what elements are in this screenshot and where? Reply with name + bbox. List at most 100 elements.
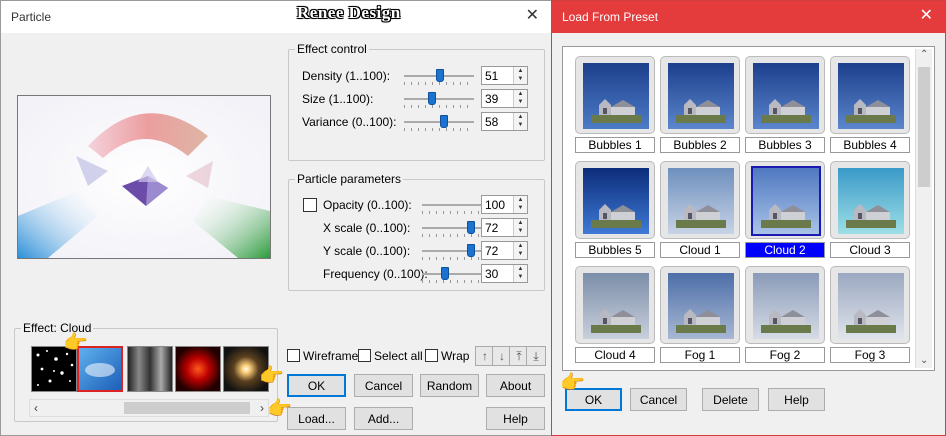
preset-item[interactable]: Cloud 4 xyxy=(575,266,655,363)
preset-thumbnail xyxy=(838,168,904,234)
particle-param-spinbox[interactable]: 100 ▲ ▼ xyxy=(481,195,528,214)
preset-caption[interactable]: Bubbles 2 xyxy=(660,137,740,153)
opacity-checkbox[interactable] xyxy=(303,198,317,212)
preset-item[interactable]: Fog 2 xyxy=(745,266,825,363)
preset-item[interactable]: Bubbles 2 xyxy=(660,56,740,153)
spinbox-value[interactable]: 51 xyxy=(485,69,498,83)
effect-control-spinbox[interactable]: 58 ▲ ▼ xyxy=(481,112,528,131)
preset-caption[interactable]: Bubbles 4 xyxy=(830,137,910,153)
slider-thumb[interactable] xyxy=(435,69,444,82)
preset-title: Load From Preset xyxy=(562,10,659,24)
preset-caption[interactable]: Cloud 1 xyxy=(660,242,740,258)
particle-param-spinbox[interactable]: 72 ▲ ▼ xyxy=(481,241,528,260)
slider-thumb[interactable] xyxy=(439,115,448,128)
preset-item[interactable]: Cloud 1 xyxy=(660,161,740,258)
close-icon[interactable]: ✕ xyxy=(526,8,539,24)
spinbox-value[interactable]: 72 xyxy=(485,244,498,258)
slider-thumb[interactable] xyxy=(466,221,475,234)
scroll-up-icon[interactable]: ⌃ xyxy=(920,49,928,60)
preset-caption[interactable]: Bubbles 5 xyxy=(575,242,655,258)
preset-cancel-button[interactable]: Cancel xyxy=(630,388,687,411)
preset-item[interactable]: Fog 3 xyxy=(830,266,910,363)
effect-control-slider[interactable] xyxy=(404,112,474,132)
spin-arrows-icon[interactable]: ▲ ▼ xyxy=(513,265,527,282)
scroll-right-icon[interactable]: › xyxy=(260,401,264,415)
scroll-left-icon[interactable]: ‹ xyxy=(34,401,38,415)
preset-caption[interactable]: Bubbles 1 xyxy=(575,137,655,153)
scroll-down-icon[interactable]: ⌄ xyxy=(920,355,928,366)
preset-thumbnail xyxy=(838,63,904,129)
slider-thumb[interactable] xyxy=(428,92,437,105)
spinbox-value[interactable]: 100 xyxy=(485,198,505,212)
effect-control-slider[interactable] xyxy=(404,89,474,109)
preview-image xyxy=(18,96,270,258)
effect-control-slider[interactable] xyxy=(404,66,474,86)
spinbox-value[interactable]: 72 xyxy=(485,221,498,235)
preset-item[interactable]: Fog 1 xyxy=(660,266,740,363)
preset-item[interactable]: Bubbles 1 xyxy=(575,56,655,153)
wrap-checkbox[interactable] xyxy=(425,349,438,362)
effect-control-spinbox[interactable]: 51 ▲ ▼ xyxy=(481,66,528,85)
slider-thumb[interactable] xyxy=(440,267,449,280)
particle-param-spinbox[interactable]: 30 ▲ ▼ xyxy=(481,264,528,283)
scroll-thumb[interactable] xyxy=(918,67,930,187)
effect-control-label: Variance (0..100): xyxy=(302,115,397,129)
preset-delete-button[interactable]: Delete xyxy=(702,388,759,411)
spin-arrows-icon[interactable]: ▲ ▼ xyxy=(513,242,527,259)
random-button[interactable]: Random xyxy=(420,374,479,397)
scroll-thumb[interactable] xyxy=(124,402,250,414)
preset-thumbnail xyxy=(583,273,649,339)
effect-thumb-fire[interactable] xyxy=(175,346,221,392)
preset-item[interactable]: Cloud 3 xyxy=(830,161,910,258)
preset-caption[interactable]: Fog 1 xyxy=(660,347,740,363)
preset-caption[interactable]: Cloud 3 xyxy=(830,242,910,258)
ok-button[interactable]: OK xyxy=(287,374,346,397)
add-button[interactable]: Add... xyxy=(354,407,413,430)
effect-control-spinbox[interactable]: 39 ▲ ▼ xyxy=(481,89,528,108)
preset-item[interactable]: Bubbles 3 xyxy=(745,56,825,153)
spinbox-value[interactable]: 58 xyxy=(485,115,498,129)
spinbox-value[interactable]: 30 xyxy=(485,267,498,281)
close-icon[interactable]: ✕ xyxy=(920,8,933,24)
particle-param-spinbox[interactable]: 72 ▲ ▼ xyxy=(481,218,528,237)
cancel-button[interactable]: Cancel xyxy=(354,374,413,397)
preset-frame xyxy=(575,161,655,239)
slider-thumb[interactable] xyxy=(466,244,475,257)
spin-arrows-icon[interactable]: ▲ ▼ xyxy=(513,113,527,130)
particle-param-label: Opacity (0..100): xyxy=(323,198,412,212)
help-button[interactable]: Help xyxy=(486,407,545,430)
preset-frame xyxy=(830,56,910,134)
preset-item[interactable]: Bubbles 4 xyxy=(830,56,910,153)
preset-caption[interactable]: Cloud 4 xyxy=(575,347,655,363)
dialog-title: Particle xyxy=(11,10,52,24)
particle-titlebar: Particle ✕ xyxy=(1,1,551,33)
preset-frame xyxy=(660,56,740,134)
select-all-checkbox[interactable] xyxy=(358,349,371,362)
preset-thumbnail xyxy=(668,273,734,339)
preset-caption[interactable]: Fog 2 xyxy=(745,347,825,363)
effect-thumb-smoke[interactable] xyxy=(127,346,173,392)
cloud-icon xyxy=(85,363,115,377)
preset-caption[interactable]: Cloud 2 xyxy=(745,242,825,258)
effect-scrollbar[interactable]: ‹ › xyxy=(29,399,269,417)
preset-caption[interactable]: Bubbles 3 xyxy=(745,137,825,153)
load-button[interactable]: Load... xyxy=(287,407,346,430)
about-button[interactable]: About xyxy=(486,374,545,397)
spin-arrows-icon[interactable]: ▲ ▼ xyxy=(513,67,527,84)
church-icon xyxy=(591,204,641,228)
spin-arrows-icon[interactable]: ▲ ▼ xyxy=(513,219,527,236)
preset-item[interactable]: Cloud 2 xyxy=(745,161,825,258)
preset-scrollbar[interactable]: ⌃ ⌄ xyxy=(915,49,932,368)
spin-arrows-icon[interactable]: ▲ ▼ xyxy=(513,90,527,107)
preset-item[interactable]: Bubbles 5 xyxy=(575,161,655,258)
preset-caption[interactable]: Fog 3 xyxy=(830,347,910,363)
preset-frame xyxy=(830,266,910,344)
arrow-bottom-icon[interactable]: ⤓ xyxy=(526,346,546,366)
pointer-hand-icon: 👉 xyxy=(63,332,88,354)
spinbox-value[interactable]: 39 xyxy=(485,92,498,106)
preset-help-button[interactable]: Help xyxy=(768,388,825,411)
wireframe-label: Wireframe xyxy=(303,349,359,363)
wireframe-checkbox[interactable] xyxy=(287,349,300,362)
spin-arrows-icon[interactable]: ▲ ▼ xyxy=(513,196,527,213)
preset-thumbnail xyxy=(583,168,649,234)
